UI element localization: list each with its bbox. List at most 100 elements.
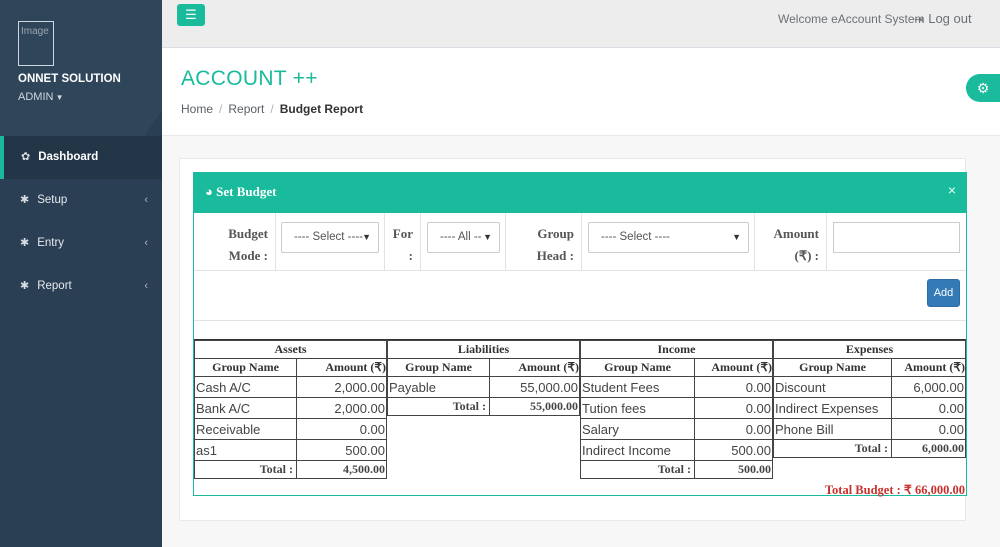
amount: 0.00 [694, 397, 773, 419]
menu-toggle-button[interactable]: ☰ [177, 4, 205, 26]
table-row: Indirect Expenses 0.00 [773, 397, 966, 419]
palette-icon: ✿ [21, 151, 31, 163]
total-label: Total : [773, 439, 892, 458]
group-name: Cash A/C [194, 376, 297, 398]
caret-down-icon: ▼ [732, 232, 741, 242]
close-icon[interactable]: × [948, 182, 956, 198]
top-nav: ☰ Welcome eAccount System ⇥ Log out [162, 0, 1000, 48]
assets-col-group: Group Name [194, 358, 297, 377]
chevron-left-icon: ‹ [144, 237, 148, 249]
sidebar: Image ONNET SOLUTION ADMIN ▼ ✿ Dashboard… [0, 0, 162, 547]
sidebar-item-label: Dashboard [38, 151, 99, 163]
amount: 0.00 [694, 376, 773, 398]
liabilities-title: Liabilities [387, 340, 580, 359]
liabilities-col-amount: Amount (₹) [489, 358, 580, 377]
budget-mode-label: Budget Mode : [228, 226, 268, 263]
expenses-table: Expenses Group Name Amount (₹) Discount 6… [773, 340, 966, 458]
total-label: Total : [194, 460, 297, 479]
total-label: Total : [580, 460, 695, 479]
set-budget-panel: ◕ Set Budget × Budget Mode : ---- Select… [193, 172, 967, 497]
total-budget: Total Budget : ₹ 66,000.00 [824, 483, 965, 497]
expenses-total: 6,000.00 [891, 439, 966, 458]
company-name: ONNET SOLUTION [18, 73, 121, 85]
breadcrumb-separator: / [270, 102, 274, 116]
group-head-select[interactable]: ---- Select ---- ▼ [588, 222, 749, 253]
page-title: ACCOUNT ++ [181, 67, 318, 90]
caret-down-icon: ▼ [53, 93, 64, 102]
amount: 2,000.00 [296, 397, 387, 419]
sidebar-item-report[interactable]: ✱ Report ‹ [0, 265, 162, 308]
amount: 6,000.00 [891, 376, 966, 398]
panel-title: ◕ Set Budget [205, 184, 276, 200]
for-selected: ---- All -- [440, 231, 482, 243]
table-row: as1 500.00 [194, 439, 387, 461]
sidebar-item-setup[interactable]: ✱ Setup ‹ [0, 179, 162, 222]
table-row: Bank A/C 2,000.00 [194, 397, 387, 419]
table-row: Tution fees 0.00 [580, 397, 773, 419]
logout-link[interactable]: ⇥ Log out [914, 11, 972, 26]
group-name: as1 [194, 439, 297, 461]
breadcrumb-separator: / [219, 102, 223, 116]
cog-icon: ✱ [20, 280, 30, 292]
amount: 500.00 [296, 439, 387, 461]
budget-mode-select[interactable]: ---- Select ---- ▼ [281, 222, 379, 253]
group-head-select-cell: ---- Select ---- ▼ [582, 213, 755, 271]
breadcrumb: Home / Report / Budget Report [181, 102, 363, 116]
panel-wrapper: ◕ Set Budget × Budget Mode : ---- Select… [179, 158, 967, 521]
amount: 0.00 [891, 418, 966, 440]
profile-image-alt: Image [21, 26, 49, 37]
expenses-col-group: Group Name [773, 358, 892, 377]
assets-col-amount: Amount (₹) [296, 358, 387, 377]
panel-title-text: Set Budget [216, 184, 277, 199]
group-name: Phone Bill [773, 418, 892, 440]
total-row: Total :55,000.00 [387, 397, 580, 416]
income-total: 500.00 [694, 460, 773, 479]
budget-tables: Assets Group Name Amount (₹) Cash A/C 2,0… [194, 339, 966, 497]
group-name: Discount [773, 376, 892, 398]
amount: 55,000.00 [489, 376, 580, 398]
for-label-cell: For : [385, 213, 421, 271]
add-row: Add [194, 271, 966, 321]
sidebar-item-dashboard[interactable]: ✿ Dashboard [0, 136, 162, 179]
amount: 0.00 [296, 418, 387, 440]
table-row: Phone Bill 0.00 [773, 418, 966, 440]
amount-input[interactable] [833, 222, 960, 253]
table-row: Student Fees 0.00 [580, 376, 773, 398]
budget-mode-label-cell: Budget Mode : [194, 213, 276, 271]
add-button[interactable]: Add [927, 279, 960, 307]
breadcrumb-current: Budget Report [279, 102, 364, 116]
role-dropdown[interactable]: ADMIN ▼ [18, 91, 64, 103]
settings-toggle-button[interactable]: ⚙ [966, 74, 1000, 102]
sidebar-item-entry[interactable]: ✱ Entry ‹ [0, 222, 162, 265]
total-row: Total :4,500.00 [194, 460, 387, 479]
breadcrumb-home[interactable]: Home [181, 102, 213, 116]
amount-input-cell [827, 213, 966, 271]
cog-icon: ✱ [20, 194, 30, 206]
group-name: Tution fees [580, 397, 695, 419]
welcome-text: Welcome eAccount System [778, 12, 925, 26]
group-name: Student Fees [580, 376, 695, 398]
group-head-label-cell: Group Head : [506, 213, 582, 271]
profile-image: Image [18, 21, 54, 66]
amount: 2,000.00 [296, 376, 387, 398]
sign-out-icon: ⇥ [914, 14, 924, 26]
income-table: Income Group Name Amount (₹) Student Fee… [580, 340, 773, 479]
income-col-amount: Amount (₹) [694, 358, 773, 377]
group-name: Salary [580, 418, 695, 440]
amount: 0.00 [694, 418, 773, 440]
total-row: Total :6,000.00 [773, 439, 966, 458]
group-name: Indirect Income [580, 439, 695, 461]
total-label: Total : [387, 397, 490, 416]
table-row: Payable 55,000.00 [387, 376, 580, 398]
table-row: Indirect Income 500.00 [580, 439, 773, 461]
group-head-selected: ---- Select ---- [601, 231, 670, 243]
breadcrumb-report[interactable]: Report [228, 102, 264, 116]
group-name: Receivable [194, 418, 297, 440]
for-select[interactable]: ---- All -- ▼ [427, 222, 500, 253]
amount-label-cell: Amount (₹) : [755, 213, 827, 271]
group-name: Indirect Expenses [773, 397, 892, 419]
amount: 0.00 [891, 397, 966, 419]
sidebar-profile: Image ONNET SOLUTION ADMIN ▼ [0, 0, 162, 136]
liabilities-col-group: Group Name [387, 358, 490, 377]
budget-mode-select-cell: ---- Select ---- ▼ [276, 213, 385, 271]
